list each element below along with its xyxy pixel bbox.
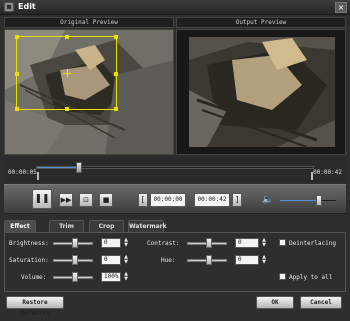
tab-effect[interactable]: Effect	[4, 220, 36, 232]
ok-button[interactable]: OK	[256, 296, 294, 309]
crop-handle-bottom[interactable]	[65, 107, 69, 111]
snapshot-button[interactable]: ⊡	[79, 193, 93, 207]
crop-handle-right[interactable]	[114, 72, 118, 76]
hue-label: Hue:	[161, 257, 176, 264]
volume-value[interactable]: 100%	[101, 272, 121, 282]
start-time-field[interactable]: 00:00:00	[150, 193, 186, 207]
playback-controls: ❚❚ ▶▶ ⊡ ■ [ 00:00:00 00:00:42 ] 🔈	[4, 184, 346, 214]
set-start-button[interactable]: [	[138, 193, 148, 207]
contrast-spinner[interactable]: ▲ ▼	[261, 238, 267, 248]
timeline-start-time: 00:00:05	[8, 169, 37, 176]
brightness-label: Brightness:	[9, 240, 49, 247]
crop-handle-bottom-right[interactable]	[114, 107, 118, 111]
original-preview-pane[interactable]	[4, 29, 174, 155]
hue-value[interactable]: 0	[235, 255, 259, 265]
contrast-label: Contrast:	[147, 240, 180, 247]
hue-thumb[interactable]	[206, 255, 212, 265]
timeline: 00:00:05 00:00:42	[4, 157, 346, 183]
volume-spinner[interactable]: ▲ ▼	[123, 272, 129, 282]
close-button[interactable]: ×	[335, 2, 347, 13]
cancel-button[interactable]: Cancel	[300, 296, 342, 309]
tab-watermark[interactable]: Watermark	[128, 220, 167, 232]
saturation-label: Saturation:	[9, 257, 49, 264]
crop-selection-box[interactable]	[15, 35, 118, 111]
deinterlacing-label: Deinterlacing	[289, 240, 336, 247]
tab-trim[interactable]: Trim	[49, 220, 84, 232]
volume-thumb[interactable]	[316, 195, 323, 206]
stop-button[interactable]: ■	[99, 193, 113, 207]
trim-start-marker[interactable]	[37, 172, 39, 180]
timeline-track[interactable]	[36, 162, 314, 173]
set-end-button[interactable]: ]	[232, 193, 242, 207]
apply-to-all-checkbox[interactable]	[279, 273, 286, 280]
saturation-thumb[interactable]	[72, 255, 78, 265]
volume-icon[interactable]: 🔈	[262, 195, 274, 205]
app-icon	[4, 2, 14, 12]
brightness-slider[interactable]	[53, 238, 93, 248]
effect-panel: Brightness: 0 ▲ ▼ Contrast: 0 ▲ ▼ Deinterl…	[4, 232, 346, 292]
brightness-value[interactable]: 0	[101, 238, 121, 248]
crop-handle-top[interactable]	[65, 35, 69, 39]
output-preview-header: Output Preview	[176, 17, 346, 28]
timeline-end-time: 00:00:42	[313, 169, 342, 176]
restore-defaults-button[interactable]: Restore Defaults	[6, 296, 64, 317]
volume-adjust-thumb[interactable]	[72, 272, 78, 282]
crop-handle-left[interactable]	[15, 72, 19, 76]
window-title: Edit	[18, 2, 36, 11]
crop-center-crosshair	[67, 69, 68, 77]
saturation-slider[interactable]	[53, 255, 93, 265]
timeline-scrubber[interactable]	[75, 162, 82, 173]
contrast-slider[interactable]	[187, 238, 227, 248]
volume-slider[interactable]	[279, 195, 337, 206]
crop-handle-bottom-left[interactable]	[15, 107, 19, 111]
saturation-value[interactable]: 0	[101, 255, 121, 265]
apply-to-all-label: Apply to all	[289, 274, 333, 281]
title-bar: Edit ×	[0, 0, 350, 15]
contrast-value[interactable]: 0	[235, 238, 259, 248]
saturation-spinner[interactable]: ▲ ▼	[123, 255, 129, 265]
next-frame-button[interactable]: ▶▶	[59, 193, 73, 207]
hue-spinner[interactable]: ▲ ▼	[261, 255, 267, 265]
crop-handle-top-left[interactable]	[15, 35, 19, 39]
tab-crop[interactable]: Crop	[89, 220, 124, 232]
output-video-frame	[177, 30, 345, 154]
brightness-spinner[interactable]: ▲ ▼	[123, 238, 129, 248]
timeline-progress-fill	[37, 167, 79, 168]
output-preview-pane	[176, 29, 346, 155]
deinterlacing-checkbox[interactable]	[279, 239, 286, 246]
original-preview-header: Original Preview	[4, 17, 174, 28]
end-time-field[interactable]: 00:00:42	[194, 193, 230, 207]
pause-button[interactable]: ❚❚	[32, 189, 52, 209]
volume-adjust-slider[interactable]	[53, 272, 93, 282]
contrast-thumb[interactable]	[206, 238, 212, 248]
hue-slider[interactable]	[187, 255, 227, 265]
volume-label: Volume:	[21, 274, 47, 281]
crop-handle-top-right[interactable]	[114, 35, 118, 39]
volume-fill	[280, 200, 319, 201]
brightness-thumb[interactable]	[72, 238, 78, 248]
